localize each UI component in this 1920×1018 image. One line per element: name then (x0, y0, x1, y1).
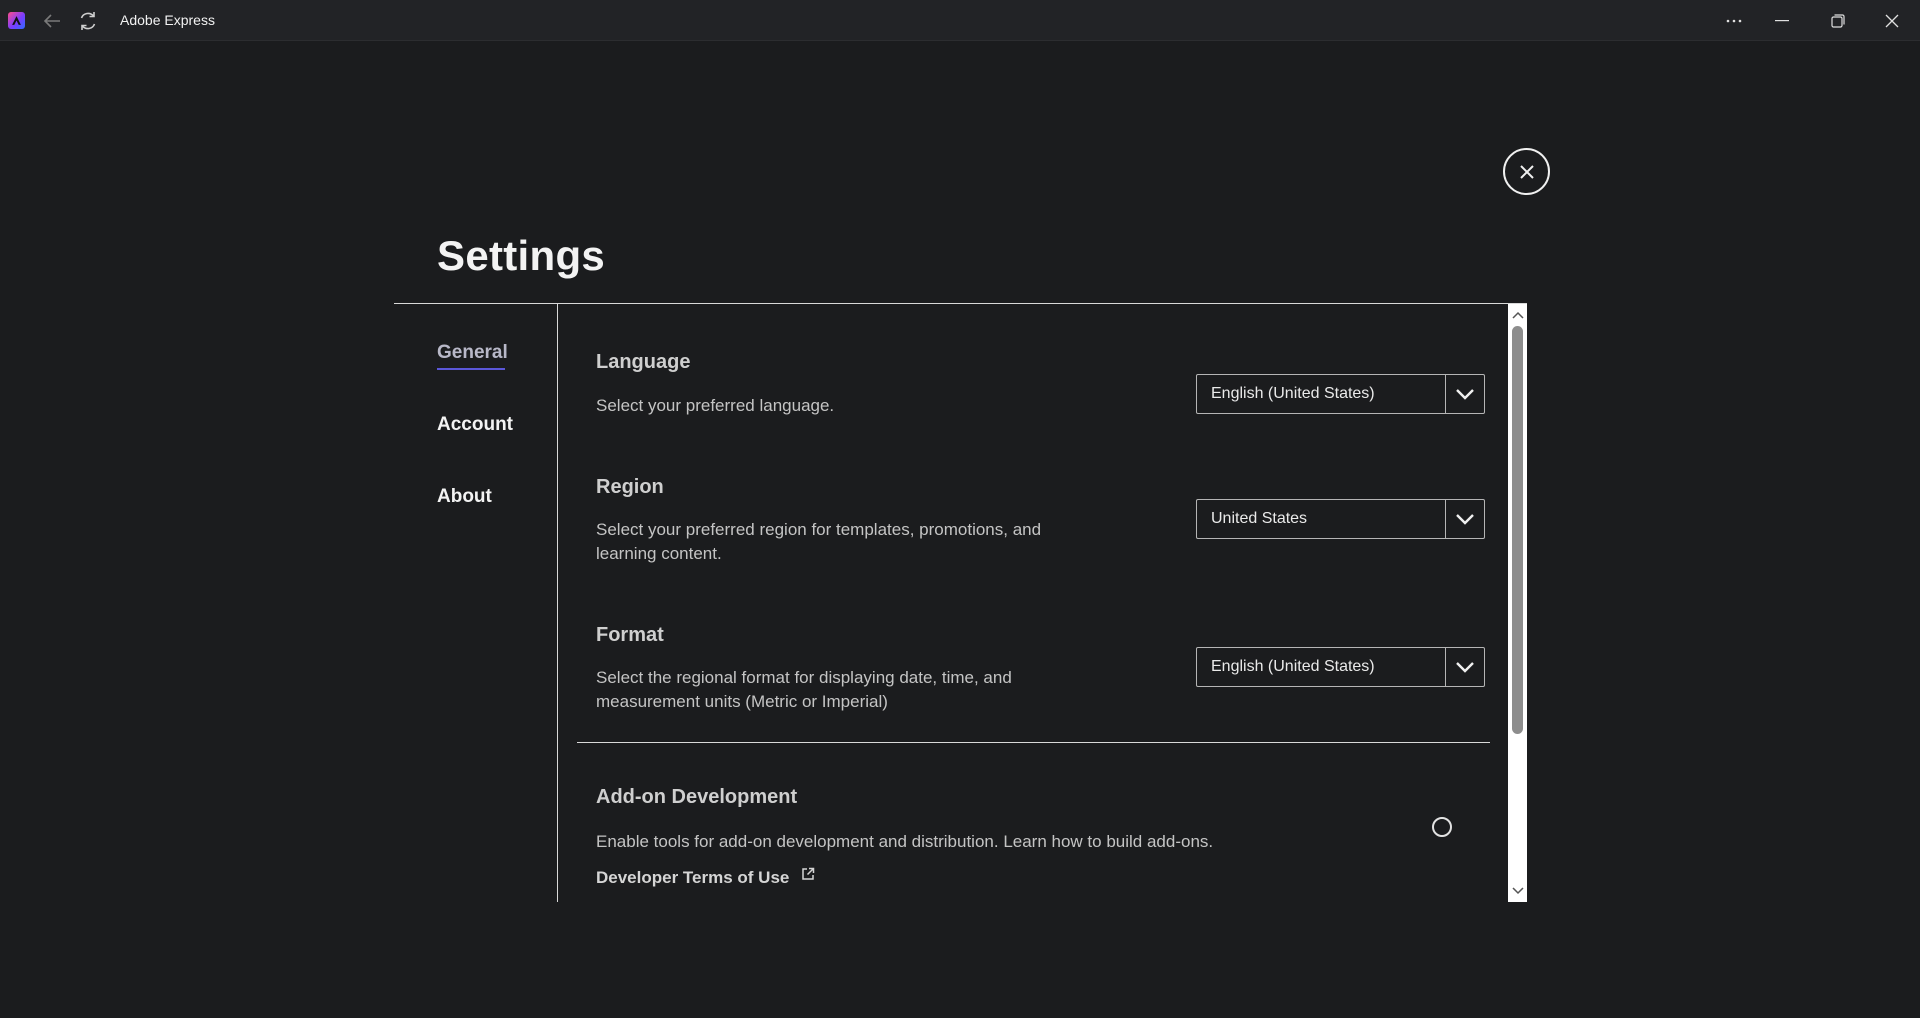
close-icon (1519, 164, 1534, 179)
region-heading: Region (596, 476, 664, 498)
more-horizontal-icon (1726, 19, 1742, 22)
language-dropdown-value: English (United States) (1197, 375, 1446, 413)
restore-icon (1831, 13, 1845, 28)
chevron-down-icon[interactable] (1446, 648, 1484, 686)
refresh-icon (80, 11, 96, 30)
section-divider (577, 742, 1490, 743)
more-options-button[interactable] (1714, 0, 1754, 41)
nav-item-general[interactable]: General (437, 342, 508, 364)
nav-item-account[interactable]: Account (437, 414, 513, 436)
nav-item-about[interactable]: About (437, 486, 492, 508)
close-icon (1885, 14, 1899, 27)
addon-description: Enable tools for add-on development and … (596, 832, 1214, 851)
back-button[interactable] (32, 0, 72, 41)
adobe-express-logo-icon (8, 12, 25, 29)
minimize-icon (1775, 19, 1789, 21)
language-heading: Language (596, 351, 691, 373)
settings-top-divider (394, 303, 1527, 304)
minimize-button[interactable] (1762, 0, 1802, 41)
addon-heading: Add-on Development (596, 786, 798, 808)
window-titlebar: Adobe Express (0, 0, 1920, 41)
addon-development-toggle[interactable] (1432, 817, 1452, 837)
developer-terms-label: Developer Terms of Use (596, 868, 790, 887)
language-description: Select your preferred language. (596, 396, 835, 415)
format-heading: Format (596, 624, 664, 646)
language-dropdown[interactable]: English (United States) (1196, 374, 1485, 414)
app-title: Adobe Express (120, 12, 215, 28)
restore-button[interactable] (1818, 0, 1858, 41)
nav-active-indicator (437, 368, 505, 370)
external-link-icon (802, 867, 815, 880)
region-dropdown[interactable]: United States (1196, 499, 1485, 539)
chevron-down-icon[interactable] (1446, 500, 1484, 538)
close-settings-button[interactable] (1503, 148, 1550, 195)
region-description: Select your preferred region for templat… (596, 520, 1042, 563)
refresh-button[interactable] (68, 0, 108, 41)
format-dropdown[interactable]: English (United States) (1196, 647, 1485, 687)
window-close-button[interactable] (1872, 0, 1912, 41)
format-dropdown-value: English (United States) (1197, 648, 1446, 686)
scrollbar-thumb[interactable] (1512, 326, 1523, 734)
scroll-up-arrow-icon[interactable] (1511, 308, 1524, 322)
settings-nav-divider (557, 304, 558, 902)
format-description: Select the regional format for displayin… (596, 668, 1012, 711)
developer-terms-link[interactable]: Developer Terms of Use (596, 867, 815, 888)
back-arrow-icon (43, 13, 60, 28)
page-title: Settings (437, 232, 606, 279)
chevron-down-icon[interactable] (1446, 375, 1484, 413)
scroll-down-arrow-icon[interactable] (1511, 884, 1524, 898)
region-dropdown-value: United States (1197, 500, 1446, 538)
